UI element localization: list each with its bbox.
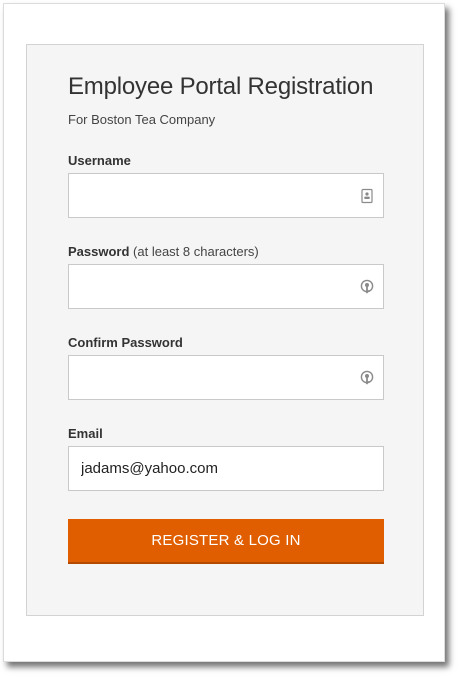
registration-card: Employee Portal Registration For Boston … (26, 44, 424, 616)
password-hint: (at least 8 characters) (133, 244, 259, 259)
password-field[interactable] (69, 265, 383, 308)
confirm-password-field[interactable] (69, 356, 383, 399)
key-icon (359, 369, 375, 387)
username-field[interactable] (69, 174, 383, 217)
confirm-password-label: Confirm Password (68, 335, 183, 350)
confirm-password-label-text: Confirm Password (68, 335, 183, 350)
contact-card-icon (359, 187, 375, 205)
register-login-button[interactable]: REGISTER & LOG IN (68, 519, 384, 564)
username-label: Username (68, 153, 131, 168)
page-subtitle: For Boston Tea Company (68, 112, 216, 127)
email-label-text: Email (68, 426, 103, 441)
email-field[interactable] (69, 447, 383, 490)
email-label: Email (68, 426, 103, 441)
page-title: Employee Portal Registration (68, 73, 374, 100)
password-label-text: Password (68, 244, 130, 259)
password-field-box (68, 264, 384, 309)
email-field-box (68, 446, 384, 491)
key-icon (359, 278, 375, 296)
username-field-box (68, 173, 384, 218)
confirm-password-field-box (68, 355, 384, 400)
username-label-text: Username (68, 153, 131, 168)
window-frame: Employee Portal Registration For Boston … (3, 3, 445, 662)
password-label: Password (at least 8 characters) (68, 244, 259, 259)
